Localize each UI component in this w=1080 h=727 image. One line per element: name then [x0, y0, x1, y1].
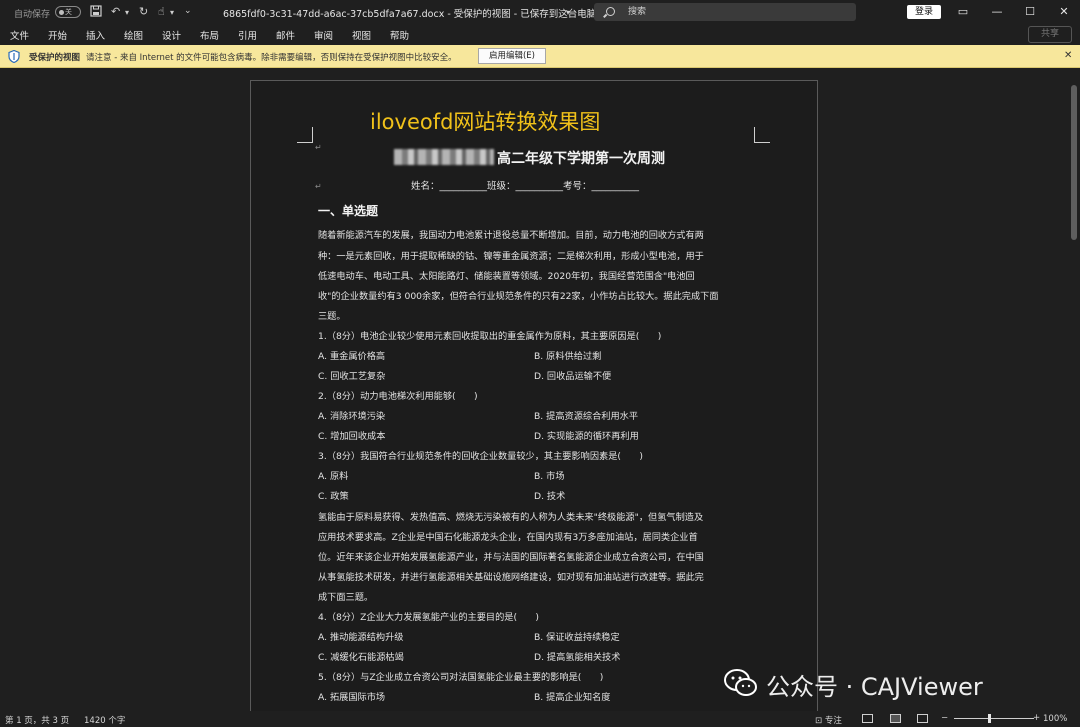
option-b: B. 提高资源综合利用水平	[534, 411, 639, 422]
paragraph-mark: ↵	[315, 143, 322, 152]
protected-view-message: 请注意 - 来自 Internet 的文件可能包含病毒。除非需要编辑，否则保持在…	[86, 53, 457, 63]
option-b: B. 保证收益持续稳定	[534, 632, 620, 643]
para2-line: 从事氢能技术研发，并进行氢能源相关基础设施网络建设，如对现有加油站进行改建等。据…	[318, 572, 704, 583]
para2-line: 氢能由于原料易获得、发热值高、燃烧无污染被有的人称为人类未来"终极能源"，但氢气…	[318, 512, 704, 523]
autosave-label: 自动保存	[14, 10, 51, 20]
focus-icon: ⊡	[815, 716, 823, 726]
question-5: 5.（8分）与Z企业成立合资公司对法国氢能企业最主要的影响是( )	[318, 672, 604, 683]
conversion-watermark-title: iloveofd网站转换效果图	[370, 110, 601, 134]
student-info-line: 姓名：__________班级：__________考号：__________	[411, 181, 640, 192]
zoom-out-icon[interactable]: −	[941, 713, 948, 723]
menu-references[interactable]: 引用	[238, 28, 257, 42]
menu-bar: 文件 开始 插入 绘图 设计 布局 引用 邮件 审阅 视图 帮助 共享	[0, 24, 1080, 45]
menu-mailings[interactable]: 邮件	[276, 28, 295, 42]
crop-mark-top-right	[754, 127, 770, 143]
login-button[interactable]: 登录	[907, 5, 941, 19]
share-button[interactable]: 共享	[1028, 26, 1072, 43]
option-c: C. 增加回收成本	[318, 431, 386, 442]
option-a: A. 重金属价格高	[318, 351, 386, 362]
autosave-toggle[interactable]: 关	[55, 6, 81, 18]
undo-dropdown-icon[interactable]: ▾	[125, 8, 129, 17]
zoom-in-icon[interactable]: +	[1033, 713, 1040, 723]
customize-toolbar-icon[interactable]: ⌄	[184, 6, 192, 16]
menu-home[interactable]: 开始	[48, 28, 67, 42]
enable-editing-button[interactable]: 启用编辑(E)	[478, 48, 546, 64]
menu-help[interactable]: 帮助	[390, 28, 409, 42]
para2-line: 位。近年来该企业开始发展氢能源产业，并与法国的国际著名氢能源企业成立合资公司，在…	[318, 552, 704, 563]
option-d: D. 回收品运输不便	[534, 371, 612, 382]
document-title: 6865fdf0-3c31-47dd-a6ac-37cb5dfa7a67.doc…	[223, 9, 597, 20]
para1-line: 低速电动车、电动工具、太阳能路灯、储能装置等领域。2020年初，我国经营范围含"…	[318, 271, 695, 282]
menu-layout[interactable]: 布局	[200, 28, 219, 42]
menu-view[interactable]: 视图	[352, 28, 371, 42]
close-bar-icon[interactable]: ✕	[1064, 50, 1072, 61]
para1-line: 三题。	[318, 311, 346, 322]
search-icon	[606, 7, 615, 16]
option-b: B. 原料供给过剩	[534, 351, 602, 362]
focus-mode-button[interactable]: ⊡ 专注	[815, 714, 842, 726]
section-heading: 一、单选题	[318, 204, 379, 218]
ribbon-display-icon[interactable]: ▭	[953, 3, 973, 21]
print-layout-icon[interactable]	[890, 714, 901, 723]
vertical-scrollbar[interactable]	[1071, 85, 1077, 240]
touch-dropdown-icon[interactable]: ▾	[170, 8, 174, 17]
document-page: ↵ ↵ iloveofd网站转换效果图 高二年级下学期第一次周测 姓名：____…	[250, 80, 818, 720]
read-mode-icon[interactable]	[862, 714, 873, 723]
question-1: 1.（8分）电池企业较少使用元素回收提取出的重金属作为原料，其主要原因是( )	[318, 331, 662, 342]
option-b: B. 提高企业知名度	[534, 692, 611, 703]
option-a: A. 消除环境污染	[318, 411, 386, 422]
status-bar: 第 1 页，共 3 页 1420 个字 ⊡ 专注 − + 100%	[0, 711, 1080, 727]
title-bar: 自动保存 关 ↶ ▾ ↻ ☝ ▾ ⌄ 6865fdf0-3c31-47dd-a6…	[0, 0, 1080, 24]
shield-icon	[8, 50, 20, 63]
maximize-icon[interactable]: ☐	[1020, 3, 1040, 21]
redo-icon[interactable]: ↻	[139, 5, 148, 18]
option-a: A. 拓展国际市场	[318, 692, 386, 703]
para1-line: 种：一是元素回收，用于提取稀缺的钴、镍等重金属资源；二是梯次利用，形成小型电池，…	[318, 251, 704, 262]
option-d: D. 实现能源的循环再利用	[534, 431, 639, 442]
menu-review[interactable]: 审阅	[314, 28, 333, 42]
minimize-icon[interactable]: —	[987, 3, 1007, 21]
option-d: D. 技术	[534, 491, 566, 502]
focus-label: 专注	[824, 716, 842, 726]
crop-mark-top-left	[297, 127, 313, 143]
para1-line: 随着新能源汽车的发展，我国动力电池累计退役总量不断增加。目前，动力电池的回收方式…	[318, 230, 704, 241]
undo-icon[interactable]: ↶	[111, 5, 120, 18]
menu-insert[interactable]: 插入	[86, 28, 105, 42]
option-b: B. 市场	[534, 471, 565, 482]
para2-line: 应用技术要求高。Z企业是中国石化能源龙头企业，在国内现有3万多座加油站，居同类企…	[318, 532, 698, 543]
option-c: C. 政策	[318, 491, 349, 502]
para1-line: 收"的企业数量约有3 000余家，但符合行业规范条件的只有22家，小作坊占比较大…	[318, 291, 719, 302]
option-a: A. 原料	[318, 471, 349, 482]
close-icon[interactable]: ✕	[1054, 3, 1074, 21]
option-c: C. 回收工艺复杂	[318, 371, 386, 382]
touch-mode-icon[interactable]: ☝	[158, 5, 165, 18]
option-c: C. 减缓化石能源枯竭	[318, 652, 404, 663]
web-layout-icon[interactable]	[917, 714, 928, 723]
protected-view-title: 受保护的视图	[29, 53, 81, 63]
option-a: A. 推动能源结构升级	[318, 632, 404, 643]
protected-view-bar: 受保护的视图 请注意 - 来自 Internet 的文件可能包含病毒。除非需要编…	[0, 45, 1080, 68]
menu-design[interactable]: 设计	[162, 28, 181, 42]
title-dropdown-icon[interactable]: ▾	[566, 8, 570, 17]
question-4: 4.（8分）Z企业大力发展氢能产业的主要目的是( )	[318, 612, 540, 623]
redacted-school-name	[394, 149, 494, 165]
menu-file[interactable]: 文件	[10, 28, 29, 42]
menu-draw[interactable]: 绘图	[124, 28, 143, 42]
word-count[interactable]: 1420 个字	[84, 714, 125, 726]
zoom-slider-thumb[interactable]	[988, 714, 991, 723]
option-d: D. 提高氢能相关技术	[534, 652, 621, 663]
zoom-level[interactable]: 100%	[1043, 714, 1067, 724]
zoom-slider[interactable]	[954, 718, 1034, 719]
search-placeholder: 搜索	[628, 7, 647, 17]
paragraph-mark: ↵	[315, 182, 322, 191]
question-3: 3.（8分）我国符合行业规范条件的回收企业数量较少，其主要影响因素是( )	[318, 451, 643, 462]
page-info[interactable]: 第 1 页，共 3 页	[5, 714, 69, 726]
wechat-logo-icon	[724, 669, 757, 696]
save-icon[interactable]	[90, 5, 102, 20]
question-2: 2.（8分）动力电池梯次利用能够( )	[318, 391, 478, 402]
exam-title: 高二年级下学期第一次周测	[497, 151, 665, 167]
search-box[interactable]: 搜索	[594, 3, 856, 21]
overlay-watermark: 公众号 · CAJViewer	[766, 673, 983, 701]
para2-line: 成下面三题。	[318, 592, 374, 603]
